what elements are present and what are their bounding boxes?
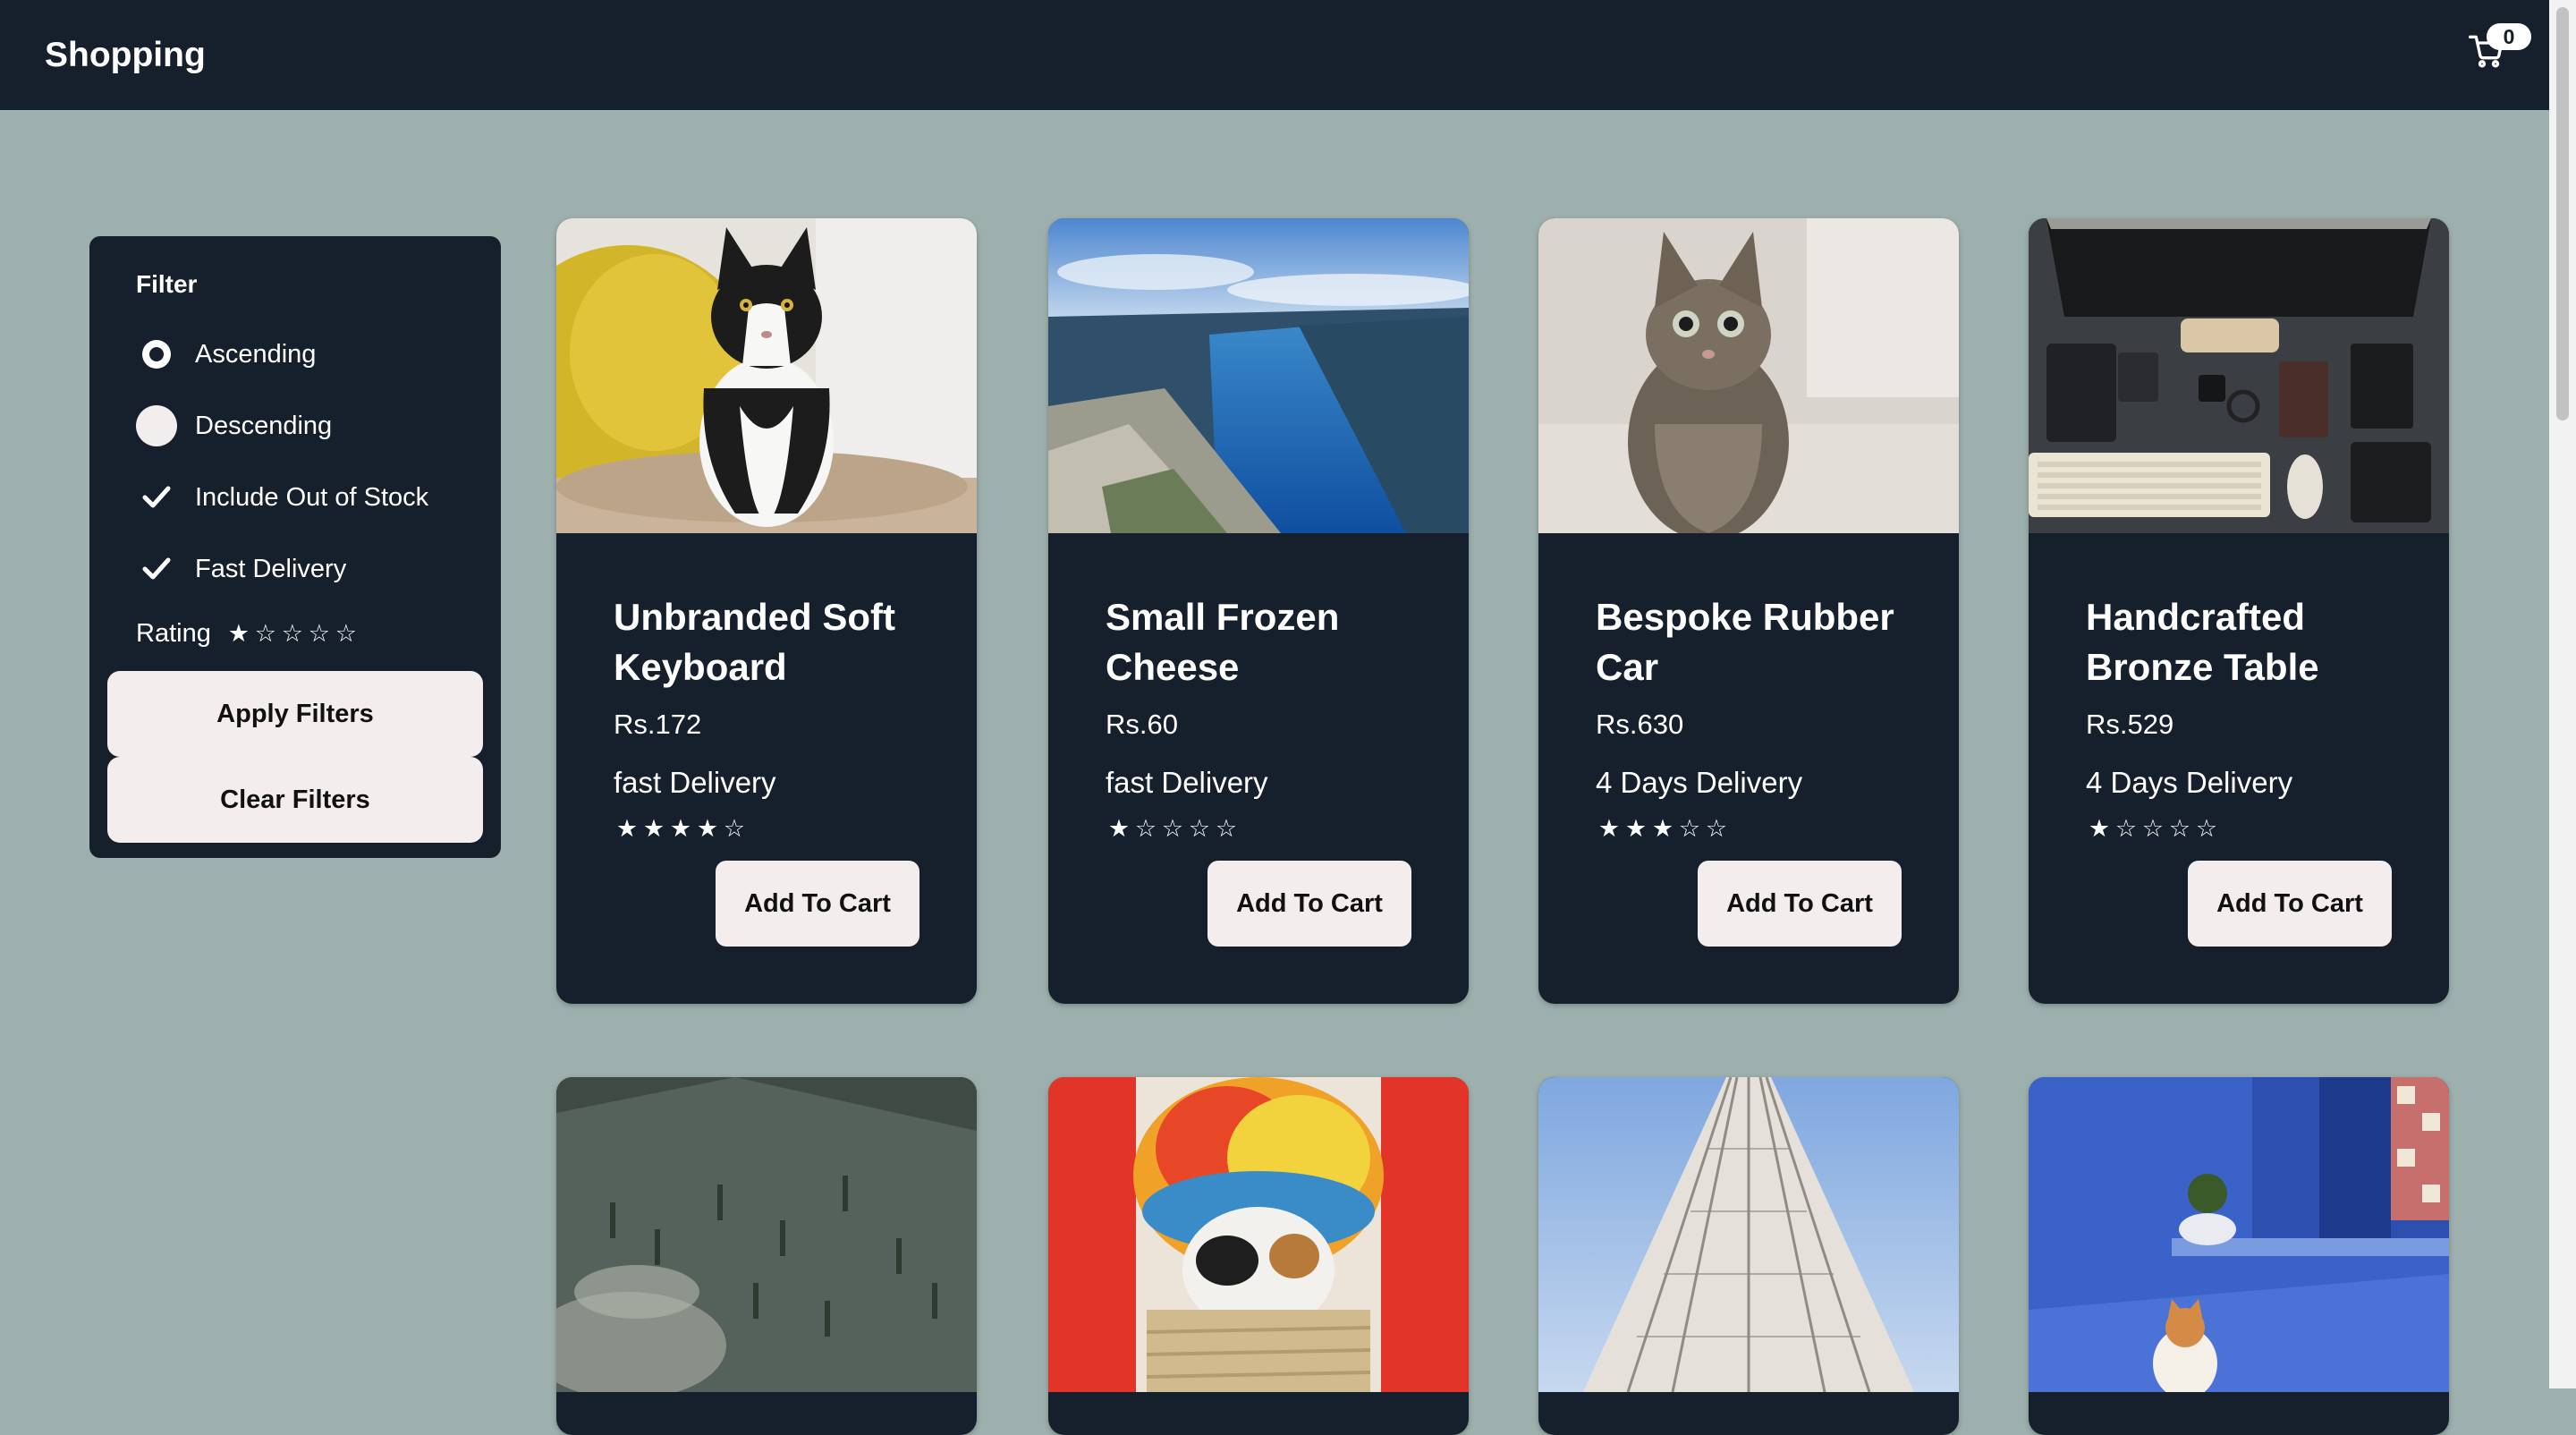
- app-title[interactable]: Shopping: [45, 0, 206, 110]
- star-filled-icon: ★: [2088, 815, 2111, 843]
- rating-filter: Rating ★ ☆ ☆ ☆ ☆: [136, 619, 360, 649]
- product-image: [2029, 218, 2449, 533]
- sort-descending-option[interactable]: Descending: [136, 405, 333, 446]
- star-empty-icon: ☆: [2114, 815, 2138, 843]
- apply-filters-button[interactable]: Apply Filters: [107, 671, 483, 757]
- star-filled-icon: ★: [1651, 815, 1674, 843]
- product-image: [1048, 218, 1469, 533]
- star-empty-icon: ☆: [2141, 815, 2165, 843]
- star-filled-icon: ★: [1107, 815, 1131, 843]
- checkmark-icon: [142, 486, 171, 508]
- add-to-cart-button[interactable]: Add To Cart: [1698, 861, 1902, 947]
- product-name: Unbranded Soft Keyboard: [614, 596, 895, 688]
- product-price: Rs.630: [1596, 709, 1684, 740]
- product-name: Bespoke Rubber Car: [1596, 596, 1894, 688]
- product-card: [1048, 1077, 1469, 1435]
- star-empty-icon[interactable]: ☆: [252, 620, 279, 648]
- checkmark-icon: [142, 557, 171, 580]
- fast-delivery-option[interactable]: Fast Delivery: [136, 548, 347, 590]
- star-empty-icon: ☆: [1161, 815, 1184, 843]
- rating-label: Rating: [136, 619, 211, 648]
- star-empty-icon: ☆: [1678, 815, 1701, 843]
- star-empty-icon: ☆: [1215, 815, 1238, 843]
- desk-setup-photo: [2029, 218, 2449, 533]
- sort-ascending-option[interactable]: Ascending: [136, 335, 316, 374]
- product-card: [2029, 1077, 2449, 1435]
- product-price: Rs.529: [2086, 709, 2174, 740]
- tabby-kitten-photo: [1538, 218, 1959, 533]
- ascending-radio[interactable]: [142, 340, 171, 369]
- product-image: [1538, 218, 1959, 533]
- blue-wall-cat-photo: [2029, 1077, 2449, 1392]
- star-filled-icon: ★: [696, 815, 719, 843]
- include-out-of-stock-option[interactable]: Include Out of Stock: [136, 477, 429, 518]
- fast-delivery-label: Fast Delivery: [195, 554, 347, 583]
- fjord-landscape-photo: [1048, 218, 1469, 533]
- product-rating-stars: ★ ★ ★ ★ ☆: [614, 816, 748, 843]
- product-price: Rs.172: [614, 709, 702, 740]
- product-price: Rs.60: [1106, 709, 1178, 740]
- star-empty-icon[interactable]: ☆: [279, 620, 306, 648]
- star-empty-icon[interactable]: ☆: [333, 620, 360, 648]
- add-to-cart-button[interactable]: Add To Cart: [1208, 861, 1411, 947]
- product-delivery: 4 Days Delivery: [1596, 766, 1803, 799]
- cart-button[interactable]: 0: [2462, 23, 2531, 77]
- product-delivery: fast Delivery: [614, 766, 776, 799]
- star-empty-icon: ☆: [2168, 815, 2191, 843]
- rating-stars[interactable]: ★ ☆ ☆ ☆ ☆: [225, 620, 360, 648]
- vertical-scrollbar[interactable]: [2549, 0, 2576, 1388]
- product-name: Small Frozen Cheese: [1106, 596, 1340, 688]
- out-of-stock-label: Include Out of Stock: [195, 482, 429, 512]
- cat-feather-hat-photo: [1048, 1077, 1469, 1392]
- add-to-cart-button[interactable]: Add To Cart: [2188, 861, 2392, 947]
- product-rating-stars: ★ ☆ ☆ ☆ ☆: [2086, 816, 2220, 843]
- product-card: [556, 1077, 977, 1435]
- filter-title: Filter: [136, 270, 198, 298]
- product-image: [2029, 1077, 2449, 1392]
- star-empty-icon: ☆: [1188, 815, 1211, 843]
- product-image: [556, 218, 977, 533]
- scrollbar-thumb[interactable]: [2556, 7, 2569, 420]
- ascending-label: Ascending: [195, 339, 317, 369]
- product-delivery: fast Delivery: [1106, 766, 1268, 799]
- product-card: [1538, 1077, 1959, 1435]
- tuxedo-cat-photo: [556, 218, 977, 533]
- star-filled-icon: ★: [1624, 815, 1648, 843]
- star-empty-icon[interactable]: ☆: [306, 620, 333, 648]
- product-card: Unbranded Soft Keyboard Rs.172 fast Deli…: [556, 218, 977, 1004]
- add-to-cart-button[interactable]: Add To Cart: [716, 861, 919, 947]
- product-card: Small Frozen Cheese Rs.60 fast Delivery …: [1048, 218, 1469, 1004]
- filter-panel: Filter Ascending Descending Include Out …: [89, 236, 501, 858]
- product-name: Handcrafted Bronze Table: [2086, 596, 2319, 688]
- product-image: [1538, 1077, 1959, 1392]
- product-rating-stars: ★ ☆ ☆ ☆ ☆: [1106, 816, 1240, 843]
- star-empty-icon: ☆: [723, 815, 746, 843]
- descending-radio[interactable]: [136, 405, 177, 446]
- star-empty-icon: ☆: [1134, 815, 1157, 843]
- star-filled-icon: ★: [615, 815, 639, 843]
- descending-label: Descending: [195, 411, 333, 440]
- star-filled-icon: ★: [669, 815, 692, 843]
- product-image: [1048, 1077, 1469, 1392]
- forest-aerial-photo: [556, 1077, 977, 1392]
- star-empty-icon: ☆: [1705, 815, 1728, 843]
- product-card: Bespoke Rubber Car Rs.630 4 Days Deliver…: [1538, 218, 1959, 1004]
- fast-delivery-checkbox[interactable]: [136, 548, 177, 590]
- star-empty-icon: ☆: [2195, 815, 2218, 843]
- skyscraper-photo: [1538, 1077, 1959, 1392]
- clear-filters-button[interactable]: Clear Filters: [107, 757, 483, 843]
- star-filled-icon[interactable]: ★: [225, 620, 252, 648]
- product-rating-stars: ★ ★ ★ ☆ ☆: [1596, 816, 1730, 843]
- star-filled-icon: ★: [1597, 815, 1621, 843]
- star-filled-icon: ★: [642, 815, 665, 843]
- product-delivery: 4 Days Delivery: [2086, 766, 2293, 799]
- product-image: [556, 1077, 977, 1392]
- out-of-stock-checkbox[interactable]: [136, 477, 177, 518]
- cart-count-badge: 0: [2487, 23, 2531, 50]
- product-card: Handcrafted Bronze Table Rs.529 4 Days D…: [2029, 218, 2449, 1004]
- top-navbar: Shopping 0: [0, 0, 2549, 110]
